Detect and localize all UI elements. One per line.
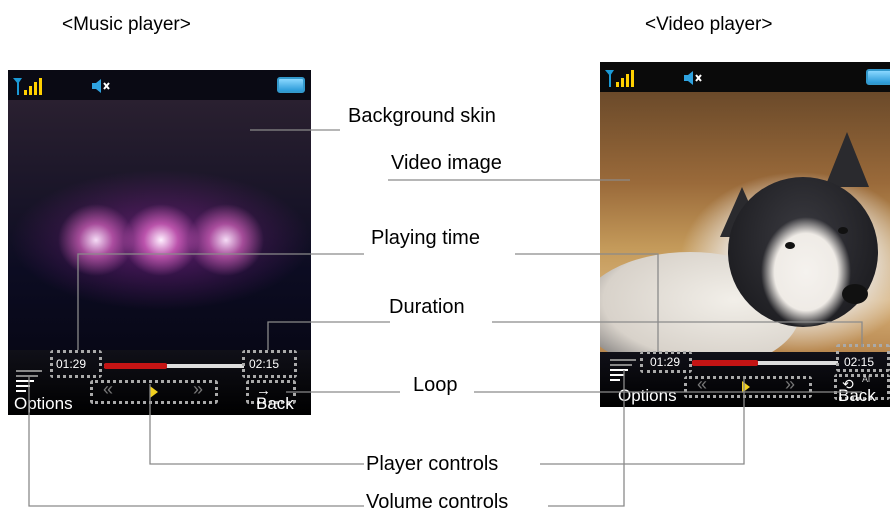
label-volume-controls: Volume controls bbox=[366, 491, 509, 513]
label-background-skin: Background skin bbox=[348, 105, 496, 127]
label-duration: Duration bbox=[389, 296, 465, 318]
label-video-image: Video image bbox=[391, 152, 502, 174]
leader-lines bbox=[28, 129, 863, 507]
label-playing-time: Playing time bbox=[371, 227, 480, 249]
label-player-controls: Player controls bbox=[366, 453, 499, 475]
label-loop: Loop bbox=[413, 374, 458, 396]
diagram: <Music player> <Video player> 01:29 02:1… bbox=[0, 0, 890, 512]
